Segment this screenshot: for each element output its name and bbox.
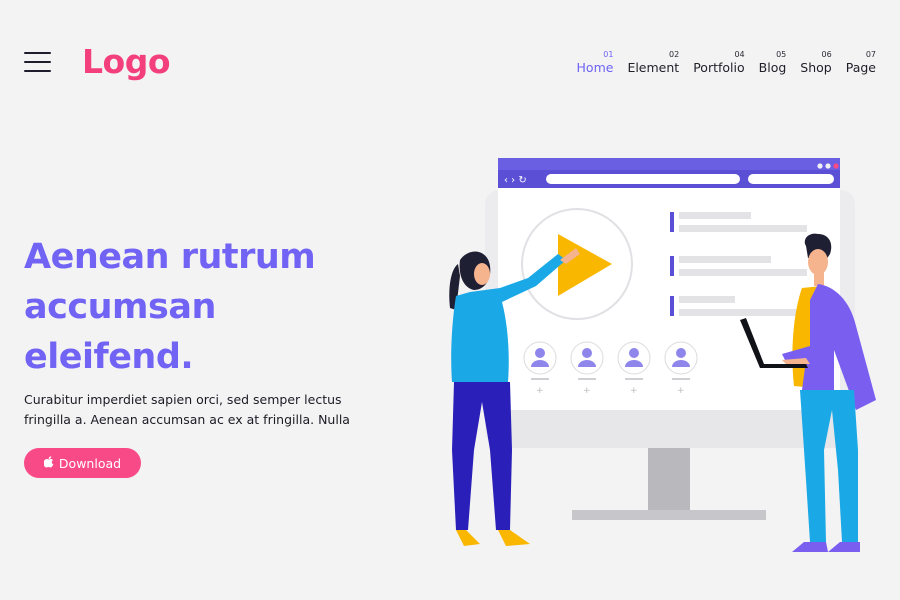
nav-item-page[interactable]: 07 Page	[846, 50, 876, 76]
window-dot-close	[833, 163, 839, 169]
nav-number: 02	[669, 50, 680, 59]
nav-label: Shop	[800, 60, 832, 75]
hero-description-line: Curabitur imperdiet sapien orci, sed sem…	[24, 392, 342, 407]
download-button[interactable]: Download	[24, 448, 141, 478]
nav-item-shop[interactable]: 06 Shop	[800, 50, 831, 76]
nav-number: 07	[865, 50, 876, 59]
svg-text:+: +	[677, 386, 685, 396]
nav-number: 06	[821, 50, 832, 59]
hero-title: Aenean rutrum accumsan eleifend.	[24, 232, 404, 382]
nav-label: Page	[845, 60, 876, 75]
nav-item-element[interactable]: 02 Element	[627, 50, 679, 76]
search-bar	[748, 174, 834, 184]
window-dot	[825, 163, 831, 169]
hero-illustration: ‹ › ↻ + + + +	[449, 158, 876, 552]
nav-number: 05	[776, 50, 787, 59]
svg-text:+: +	[630, 386, 638, 396]
nav-item-home[interactable]: 01 Home	[577, 50, 614, 76]
hero-description-line: fringilla a. Aenean accumsan ac ex at fr…	[24, 411, 350, 427]
nav-number: 01	[603, 50, 614, 59]
nav-label: Portfolio	[693, 60, 745, 75]
nav-label: Blog	[758, 60, 787, 75]
menu-icon[interactable]	[24, 52, 51, 72]
svg-text:+: +	[583, 386, 591, 396]
header: Logo 01 Home 02 Element 04 Portfolio 05 …	[0, 0, 900, 120]
window-dot	[817, 163, 823, 169]
svg-text:+: +	[536, 386, 544, 396]
main-nav: 01 Home 02 Element 04 Portfolio 05 Blog …	[577, 50, 876, 76]
address-bar	[546, 174, 740, 184]
hero-title-line: accumsan	[24, 287, 216, 327]
monitor-stand	[648, 446, 690, 510]
nav-label: Home	[576, 60, 614, 75]
nav-label: Element	[627, 60, 680, 75]
hero-description: Curabitur imperdiet sapien orci, sed sem…	[24, 390, 384, 429]
nav-item-blog[interactable]: 05 Blog	[759, 50, 787, 76]
monitor-base	[572, 510, 766, 520]
hero-title-line: Aenean rutrum	[24, 237, 316, 277]
hero-title-line: eleifend.	[24, 337, 194, 377]
nav-item-portfolio[interactable]: 04 Portfolio	[693, 50, 744, 76]
logo[interactable]: Logo	[82, 42, 171, 82]
browser-nav-icons: ‹ › ↻	[504, 175, 527, 186]
nav-number: 04	[734, 50, 745, 59]
apple-icon	[43, 456, 54, 470]
download-label: Download	[58, 455, 122, 471]
